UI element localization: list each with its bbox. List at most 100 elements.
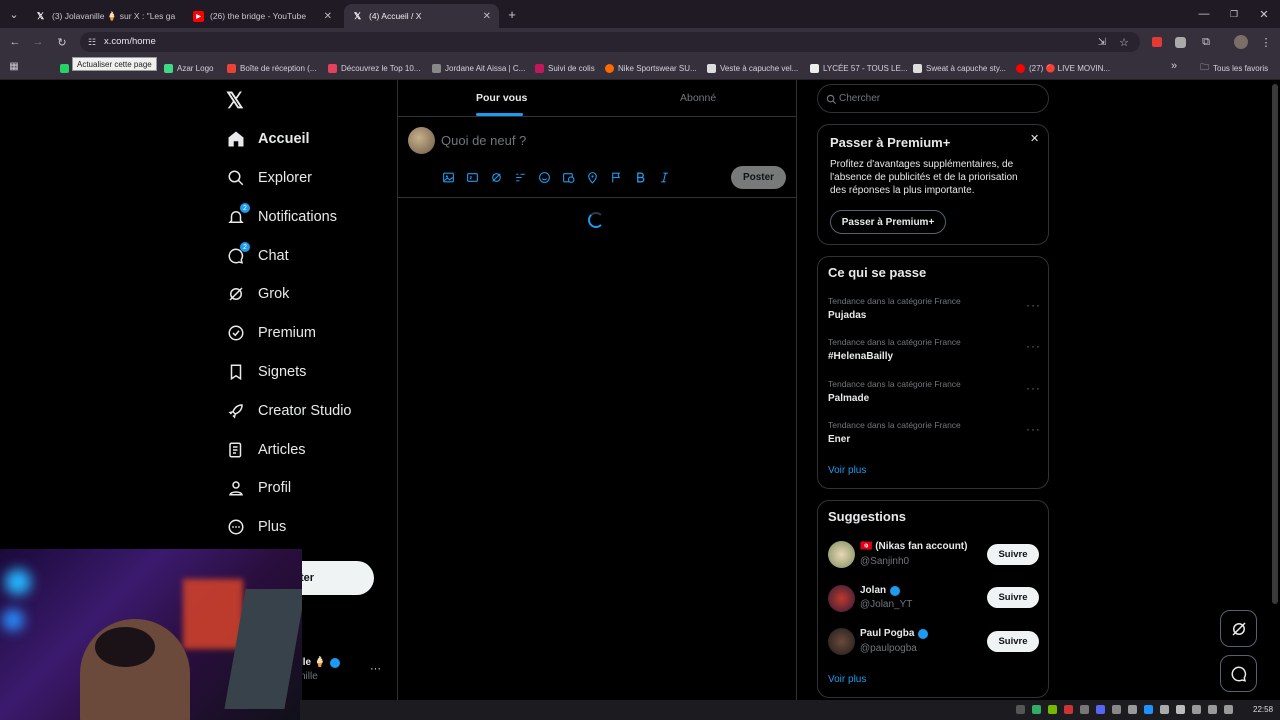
follow-button[interactable]: Suivre xyxy=(987,544,1039,565)
nav-home[interactable]: Accueil xyxy=(226,127,310,151)
tray-icon[interactable] xyxy=(1128,705,1137,714)
battery-icon[interactable] xyxy=(1224,705,1233,714)
tray-icon[interactable] xyxy=(1032,705,1041,714)
tray-icon[interactable] xyxy=(1176,705,1185,714)
suggestion-name-row[interactable]: Jolan xyxy=(860,585,901,596)
bookmark-item[interactable]: Boîte de réception (... xyxy=(227,61,317,75)
nav-creator-studio[interactable]: Creator Studio xyxy=(226,399,352,423)
site-info-icon[interactable]: ☷ xyxy=(84,34,100,50)
media-icon[interactable] xyxy=(441,171,456,184)
tab-search-icon[interactable]: ⌄ xyxy=(6,6,22,22)
nav-chat[interactable]: 2 Chat xyxy=(226,242,289,268)
back-icon[interactable]: ← xyxy=(7,34,23,50)
bookmark-item[interactable]: LYCÉE 57 - TOUS LE... xyxy=(810,61,907,75)
suggestions-see-more-link[interactable]: Voir plus xyxy=(828,674,866,685)
close-window-icon[interactable]: ✕ xyxy=(1256,6,1272,22)
search-input[interactable]: Chercher xyxy=(839,93,880,104)
nav-explore[interactable]: Explorer xyxy=(226,166,312,190)
url-text[interactable]: x.com/home xyxy=(104,36,156,47)
bookmark-item[interactable]: Veste à capuche vel... xyxy=(707,61,798,75)
nav-notifications[interactable]: 2 Notifications xyxy=(226,203,337,229)
grok-compose-icon[interactable] xyxy=(489,171,504,184)
suggestion-name[interactable]: 🇹🇳 (Nikas fan account) xyxy=(860,541,967,552)
composer-input[interactable]: Quoi de neuf ? xyxy=(441,133,526,148)
extensions-puzzle-icon[interactable]: ⧉ xyxy=(1198,34,1214,50)
grok-float-button[interactable] xyxy=(1220,610,1257,647)
tab-for-you[interactable]: Pour vous xyxy=(476,92,527,104)
avatar[interactable] xyxy=(828,628,855,655)
bookmark-item[interactable]: (27) 🔴 LIVE MOVIN... xyxy=(1016,61,1110,75)
volume-icon[interactable] xyxy=(1208,705,1217,714)
apps-grid-icon[interactable]: ▦ xyxy=(6,58,22,74)
tray-icon[interactable] xyxy=(1160,705,1169,714)
italic-icon[interactable] xyxy=(657,171,672,184)
page-scrollbar[interactable] xyxy=(1272,84,1278,604)
trend-item[interactable]: Tendance dans la catégorie France Pujada… xyxy=(828,296,961,321)
bookmark-item[interactable]: Jordane Ait Aissa | C... xyxy=(432,61,525,75)
forward-icon[interactable]: → xyxy=(30,34,46,50)
gif-icon[interactable] xyxy=(465,171,480,184)
close-tab-icon[interactable]: ✕ xyxy=(324,11,332,22)
extension-icon[interactable] xyxy=(1152,37,1162,47)
avatar[interactable] xyxy=(828,585,855,612)
trend-item[interactable]: Tendance dans la catégorie France #Helen… xyxy=(828,337,961,362)
trend-more-icon[interactable]: ··· xyxy=(1026,339,1041,353)
avatar[interactable] xyxy=(828,541,855,568)
post-button[interactable]: Poster xyxy=(731,166,786,189)
bookmarks-overflow-icon[interactable]: » xyxy=(1166,58,1182,74)
tray-icon[interactable] xyxy=(1096,705,1105,714)
trend-item[interactable]: Tendance dans la catégorie France Palmad… xyxy=(828,379,961,404)
tab-youtube[interactable]: ▶ (26) the bridge - YouTube ✕ xyxy=(185,4,340,28)
bookmark-item[interactable]: Découvrez le Top 10... xyxy=(328,61,420,75)
install-app-icon[interactable]: ⇲ xyxy=(1094,34,1110,50)
network-icon[interactable] xyxy=(1192,705,1201,714)
nav-more[interactable]: Plus xyxy=(226,515,286,539)
tab-jolavanille[interactable]: 𝕏 (3) Jolavanille 🍦 sur X : "Les ga ✕ xyxy=(27,4,182,28)
premium-button[interactable]: Passer à Premium+ xyxy=(830,210,946,234)
close-tab-icon[interactable]: ✕ xyxy=(181,11,182,22)
tray-icon[interactable] xyxy=(1080,705,1089,714)
minimize-icon[interactable]: — xyxy=(1196,6,1212,22)
x-logo-icon[interactable]: 𝕏 xyxy=(226,88,244,114)
profile-avatar[interactable] xyxy=(1234,35,1248,49)
nav-bookmarks[interactable]: Signets xyxy=(226,360,306,384)
all-bookmarks-folder[interactable]: 🗀 Tous les favoris xyxy=(1200,61,1268,75)
new-tab-button[interactable]: + xyxy=(504,6,520,22)
trend-more-icon[interactable]: ··· xyxy=(1026,422,1041,436)
nav-premium[interactable]: Premium xyxy=(226,321,316,345)
tray-icon[interactable] xyxy=(1048,705,1057,714)
close-icon[interactable]: ✕ xyxy=(1030,132,1039,145)
schedule-icon[interactable] xyxy=(561,171,576,184)
bookmark-item[interactable]: Sweat à capuche sty... xyxy=(913,61,1006,75)
address-bar[interactable] xyxy=(80,32,1140,52)
trend-more-icon[interactable]: ··· xyxy=(1026,298,1041,312)
nav-profile[interactable]: Profil xyxy=(226,476,291,500)
bold-icon[interactable] xyxy=(633,171,648,184)
emoji-icon[interactable] xyxy=(537,171,552,184)
suggestion-name-row[interactable]: Paul Pogba xyxy=(860,628,929,639)
trend-item[interactable]: Tendance dans la catégorie France Ener xyxy=(828,420,961,445)
restore-icon[interactable]: ❐ xyxy=(1226,6,1242,22)
flag-icon[interactable] xyxy=(609,171,624,184)
tab-following[interactable]: Abonné xyxy=(680,92,716,104)
tray-icon[interactable] xyxy=(1064,705,1073,714)
reload-icon[interactable]: ↻ xyxy=(54,34,70,50)
extension-icon[interactable] xyxy=(1175,37,1186,48)
messages-float-button[interactable] xyxy=(1220,655,1257,692)
close-tab-icon[interactable]: ✕ xyxy=(483,11,491,22)
browser-menu-icon[interactable]: ⋮ xyxy=(1258,34,1274,50)
tab-accueil[interactable]: 𝕏 (4) Accueil / X ✕ xyxy=(344,4,499,28)
tray-icon[interactable] xyxy=(1112,705,1121,714)
trend-more-icon[interactable]: ··· xyxy=(1026,381,1041,395)
composer-avatar[interactable] xyxy=(408,127,435,154)
tray-icon[interactable] xyxy=(1016,705,1025,714)
follow-button[interactable]: Suivre xyxy=(987,587,1039,608)
bookmark-item[interactable]: Nike Sportswear SU... xyxy=(605,61,697,75)
bookmark-item[interactable]: Azar Logo xyxy=(164,61,213,75)
bookmark-item[interactable]: Suivi de colis xyxy=(535,61,595,75)
trends-see-more-link[interactable]: Voir plus xyxy=(828,465,866,476)
follow-button[interactable]: Suivre xyxy=(987,631,1039,652)
account-switcher[interactable]: lle 🍦 xyxy=(300,657,341,668)
bookmark-star-icon[interactable]: ☆ xyxy=(1116,34,1132,50)
location-icon[interactable] xyxy=(585,171,600,184)
